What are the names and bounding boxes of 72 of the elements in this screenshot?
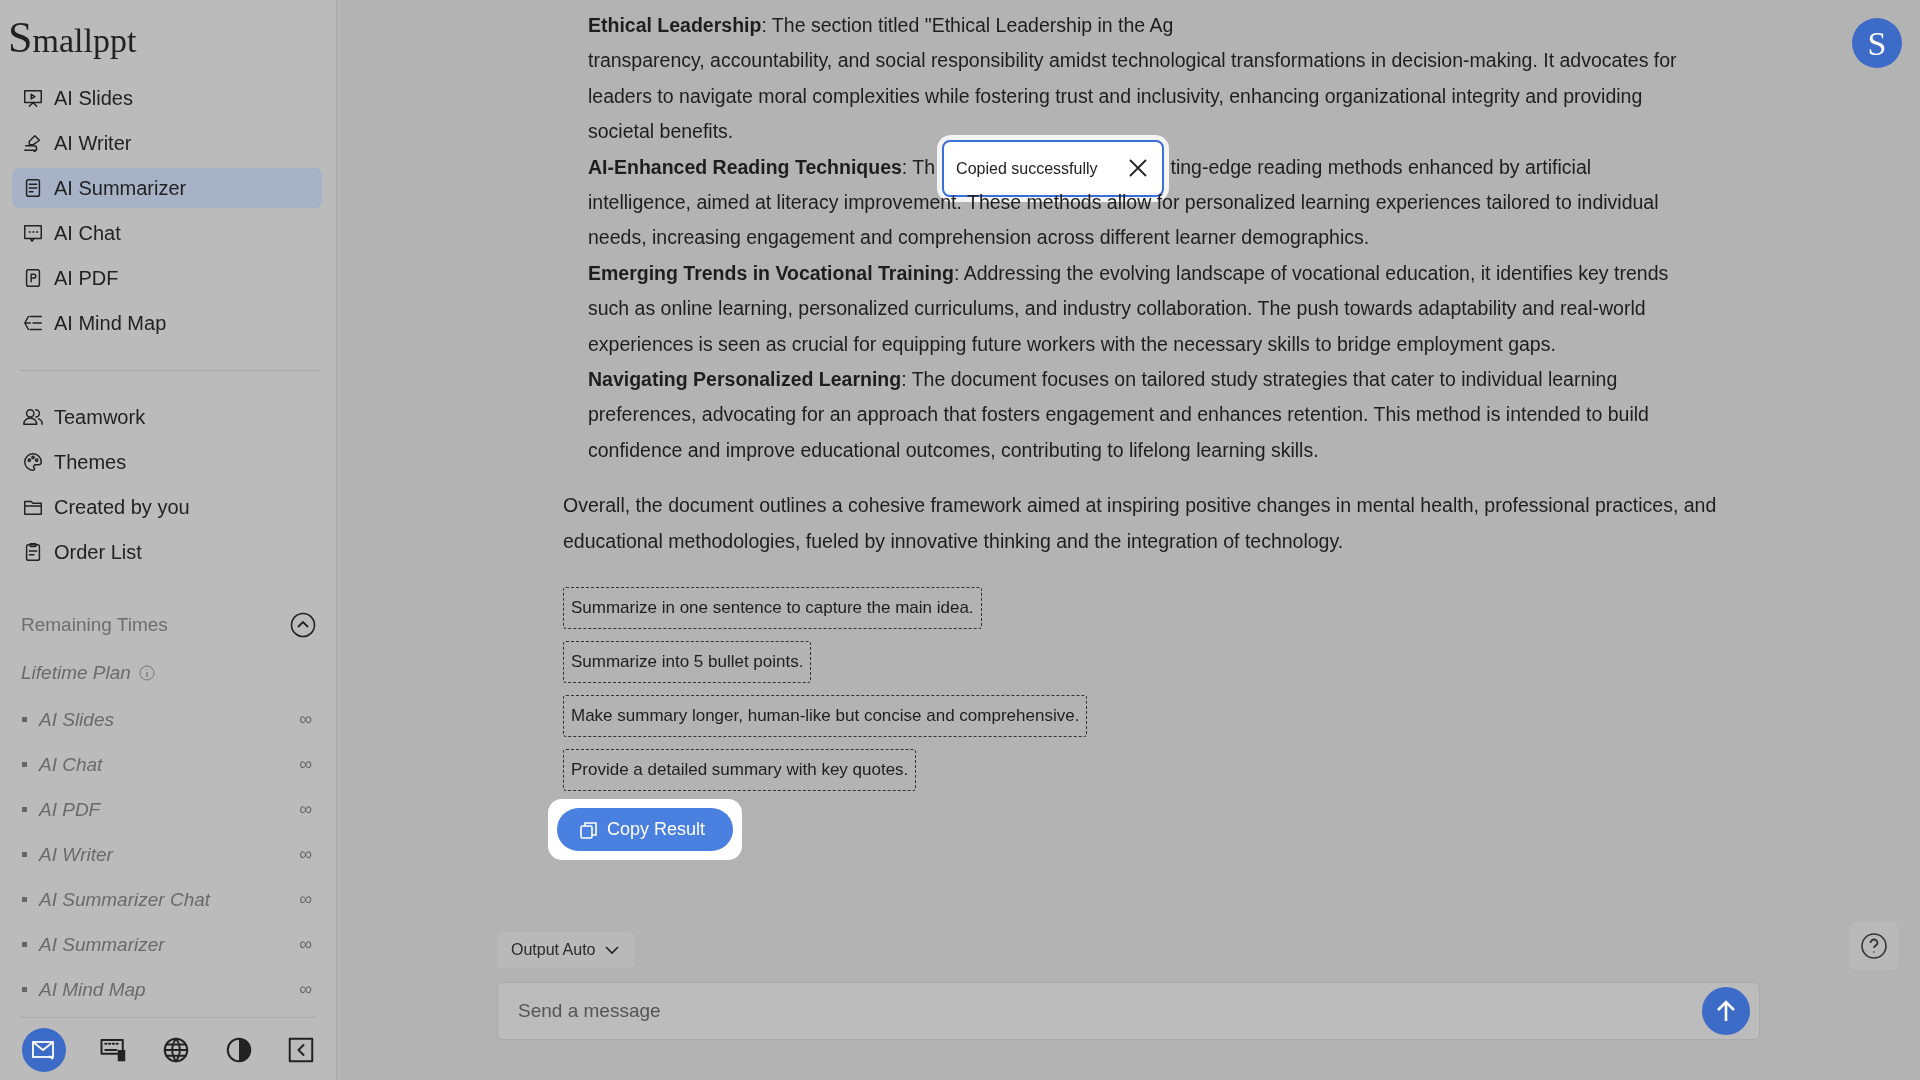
- plan-label: Lifetime Plan: [21, 661, 131, 686]
- usage-label: AI Mind Map: [39, 977, 147, 1002]
- suggestion-chip[interactable]: Summarize into 5 bullet points.: [563, 641, 812, 684]
- summary-line: AI-Enhanced Reading Techniques: Th: [588, 155, 936, 178]
- chevron-down-icon: [603, 945, 620, 955]
- globe-icon[interactable]: [161, 1035, 191, 1065]
- usage-label: AI Summarizer Chat: [39, 887, 212, 912]
- sidebar-item[interactable]: AI Slides: [12, 78, 322, 119]
- sidebar-item[interactable]: AI Mind Map: [12, 303, 322, 344]
- chat-icon: [22, 222, 44, 245]
- bullet-icon: [22, 762, 27, 768]
- sidebar-item[interactable]: AI PDF: [12, 258, 322, 299]
- palette-icon: [22, 451, 44, 474]
- copy-icon: [579, 819, 599, 840]
- summary-line: intelligence, aimed at literacy improvement. These methods allow for personalized learning experiences tailored to individual: [587, 190, 1660, 216]
- summary-line: societal benefits.: [587, 119, 735, 145]
- usage-label: AI PDF: [39, 797, 102, 822]
- collapse-toggle-icon[interactable]: [290, 612, 316, 639]
- usage-count: ∞: [299, 753, 312, 777]
- summary-line: such as online learning, personalized curriculums, and industry collaboration. The push towards adaptability and real-world: [587, 296, 1647, 322]
- usage-count: ∞: [299, 843, 312, 867]
- suggestion-chip[interactable]: Summarize in one sentence to capture the main idea.: [563, 587, 982, 630]
- summary-line: transparency, accountability, and social responsibility amidst technological transformations in decision-making. It advocates for: [587, 48, 1678, 74]
- sidebar-item[interactable]: AI Summarizer: [12, 168, 322, 209]
- bullet-icon: [22, 987, 27, 993]
- sidebar-item[interactable]: AI Writer: [12, 123, 322, 164]
- bullet-icon: [22, 717, 27, 723]
- usage-label: AI Slides: [39, 707, 115, 732]
- summary-line: Navigating Personalized Learning: The document focuses on tailored study strategies that cater to individual learning: [587, 367, 1619, 393]
- suggestion-chip[interactable]: Make summary longer, human-like but concise and comprehensive.: [563, 695, 1088, 738]
- summary-line: confidence and improve educational outcomes, contributing to lifelong learning skills.: [587, 437, 1320, 463]
- user-avatar[interactable]: S: [1852, 18, 1902, 68]
- summary-line: experiences is seen as crucial for equipping future workers with the necessary skills to bridge employment gaps.: [587, 331, 1557, 357]
- usage-count: ∞: [299, 798, 312, 822]
- sidebar-item[interactable]: Themes: [12, 442, 322, 483]
- collapse-sidebar-icon[interactable]: [286, 1035, 316, 1065]
- presentation-icon: [22, 87, 44, 110]
- close-icon[interactable]: [1127, 158, 1148, 179]
- bullet-icon: [22, 852, 27, 858]
- sidebar-item[interactable]: Teamwork: [12, 397, 322, 438]
- help-button[interactable]: [1850, 922, 1898, 970]
- copy-result-button[interactable]: Copy Result: [557, 808, 734, 852]
- sidebar-item[interactable]: Order List: [12, 532, 322, 573]
- bullet-icon: [22, 807, 27, 813]
- arrow-up-icon: [1715, 999, 1737, 1023]
- usage-count: ∞: [299, 708, 312, 732]
- summary-line: preferences, advocating for an approach that fosters engagement and enhances retention. This method is intended to build: [587, 402, 1650, 428]
- usage-count: ∞: [299, 933, 312, 957]
- usage-count: ∞: [299, 888, 312, 912]
- usage-label: AI Writer: [39, 842, 115, 867]
- bullet-icon: [22, 942, 27, 948]
- usage-label: AI Summarizer: [39, 932, 166, 957]
- suggestion-chip[interactable]: Provide a detailed summary with key quotes.: [563, 749, 917, 792]
- help-icon: [1860, 932, 1888, 960]
- toast-message: Copied successfully: [956, 158, 1098, 179]
- info-icon: [138, 665, 155, 682]
- summary-conclusion: Overall, the document outlines a cohesive framework aimed at inspiring positive changes in mental health, professional practices, and educational methodologies, fueled by innovative thinking and the integration of technology.: [563, 493, 1718, 554]
- mail-icon[interactable]: [22, 1028, 66, 1072]
- section-title: Remaining Times: [21, 613, 168, 638]
- summary-line: leaders to navigate moral complexities while fostering trust and inclusivity, enhancing organizational integrity and providing: [587, 83, 1644, 109]
- sidebar-item[interactable]: AI Chat: [12, 213, 322, 254]
- bullet-icon: [22, 897, 27, 903]
- usage-label: AI Chat: [39, 752, 104, 777]
- message-input[interactable]: Send a message: [497, 982, 1760, 1040]
- output-dropdown[interactable]: Output Auto: [497, 932, 634, 968]
- sidebar-item[interactable]: Created by you: [12, 487, 322, 528]
- summary-line: needs, increasing engagement and comprehension across different learner demographics.: [587, 225, 1371, 251]
- usage-count: ∞: [299, 978, 312, 1002]
- summary-line: ting-edge reading methods enhanced by artificial: [1170, 155, 1592, 178]
- logo: Smallppt: [7, 12, 138, 63]
- summary-line: Emerging Trends in Vocational Training: Addressing the evolving landscape of vocational education, it identifies key trends: [587, 260, 1670, 286]
- summary-line: Ethical Leadership: The section titled "Ethical Leadership in the Ag: [587, 13, 1175, 38]
